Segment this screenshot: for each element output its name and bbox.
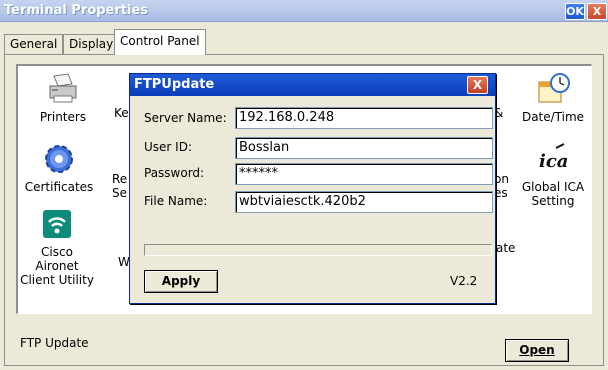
dialog-title: FTPUpdate (134, 77, 215, 92)
user-id-field[interactable]: Bosslan (235, 137, 493, 159)
svg-text:ica: ica (539, 151, 568, 172)
status-description: FTP Update (20, 336, 89, 350)
dialog-close-button[interactable]: X (467, 76, 488, 94)
printer-icon (46, 72, 80, 106)
password-label: Password: (144, 166, 205, 180)
partial-label: on (494, 172, 509, 186)
partial-label: ate (496, 241, 516, 255)
tab-general[interactable]: General (4, 34, 64, 55)
window-title-bar: Terminal Properties OK X (0, 0, 608, 22)
ica-icon: ica (536, 142, 570, 176)
file-name-label: File Name: (144, 194, 208, 208)
tab-display[interactable]: Display (63, 34, 120, 55)
control-panel-item-printers[interactable]: Printers (32, 72, 94, 124)
apply-button[interactable]: Apply (144, 270, 218, 293)
control-panel-item-label: Printers (39, 110, 87, 124)
control-panel-item-global-ica[interactable]: ica Global ICA Setting (513, 142, 591, 208)
calendar-clock-icon (536, 72, 570, 106)
close-button[interactable]: X (587, 3, 607, 20)
user-id-label: User ID: (144, 140, 192, 154)
wifi-icon (40, 207, 74, 241)
file-name-field[interactable]: wbtviaiesctk.420b2 (235, 191, 493, 213)
partial-label: Ke (114, 106, 129, 120)
ftp-update-dialog: FTPUpdate X Server Name: 192.168.0.248 U… (129, 73, 496, 304)
open-button[interactable]: Open (505, 339, 569, 362)
server-name-field[interactable]: 192.168.0.248 (235, 107, 493, 129)
password-field[interactable]: ****** (235, 163, 493, 185)
window-title: Terminal Properties (4, 3, 149, 18)
control-panel-item-label: Cisco Aironet Client Utility (20, 245, 94, 287)
partial-label: Se (112, 186, 127, 200)
control-panel-item-cisco-aironet[interactable]: Cisco Aironet Client Utility (18, 207, 96, 287)
download-progress-bar (144, 244, 492, 256)
version-label: V2.2 (450, 274, 478, 288)
partial-label: Re (112, 172, 128, 186)
certificate-gear-icon (42, 142, 76, 176)
server-name-label: Server Name: (144, 111, 227, 125)
tab-control-panel[interactable]: Control Panel (114, 29, 206, 55)
dialog-title-bar[interactable]: FTPUpdate X (130, 74, 495, 96)
control-panel-item-certificates[interactable]: Certificates (20, 142, 98, 194)
control-panel-item-label: Global ICA Setting (521, 180, 585, 208)
ok-button[interactable]: OK (565, 3, 585, 20)
control-panel-item-label: Date/Time (521, 110, 585, 124)
control-panel-item-label: Certificates (24, 180, 94, 194)
partial-label: es (494, 186, 508, 200)
control-panel-item-date-time[interactable]: Date/Time (518, 72, 588, 124)
